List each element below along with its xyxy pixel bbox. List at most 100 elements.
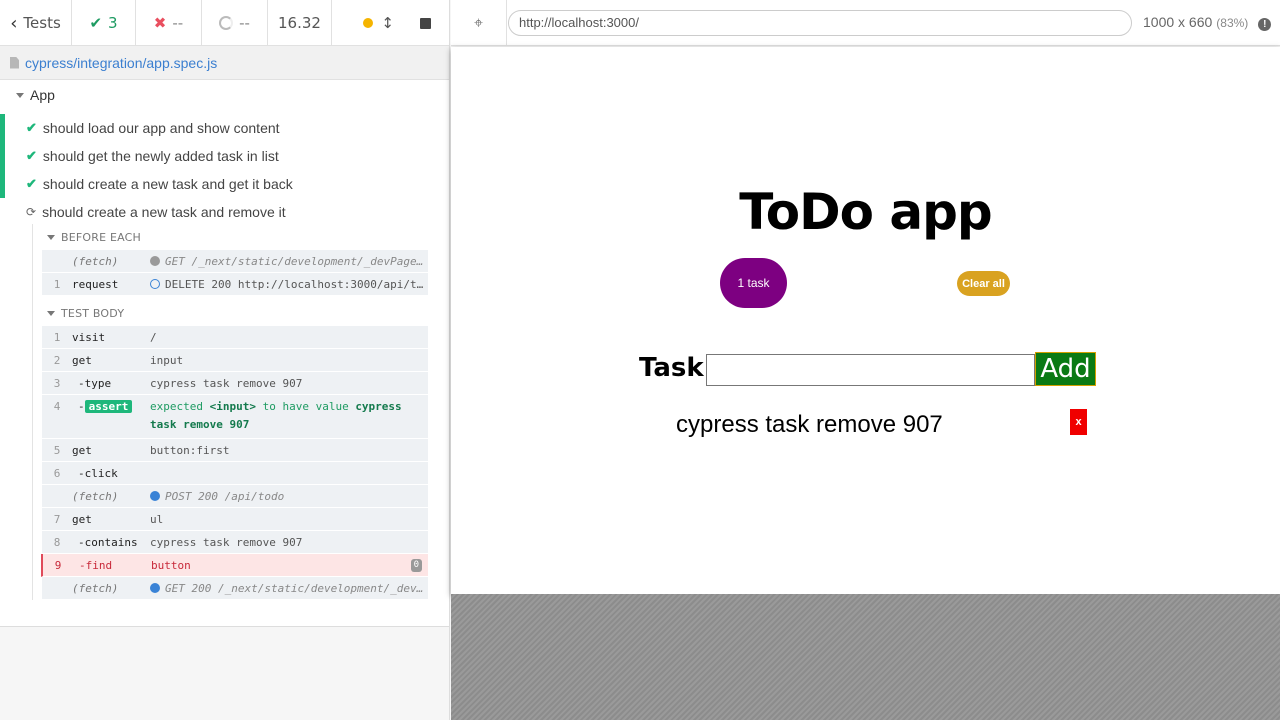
check-icon: ✔: [26, 148, 37, 163]
selector-playground-button[interactable]: ⌖: [451, 0, 507, 46]
pending-count: --: [202, 0, 268, 46]
command-row[interactable]: 7 get ul: [42, 508, 428, 531]
clear-all-button[interactable]: Clear all: [957, 271, 1010, 296]
crosshair-icon: ⌖: [473, 12, 483, 32]
url-bar: ⌖ http://localhost:3000/ 1000 x 660 (83%)…: [451, 0, 1280, 46]
command-message: cypress task remove 907: [150, 536, 303, 549]
command-number: 1: [53, 331, 61, 344]
command-log: BEFORE EACH (fetch) GET /_next/static/de…: [32, 224, 428, 600]
reporter-panel: ‹ Tests ✔ 3 ✖ -- -- 16.32 ↕ cypress/inte…: [0, 0, 450, 720]
stop-icon[interactable]: [420, 17, 431, 29]
task-count-button[interactable]: 1 task: [720, 258, 787, 308]
test-item[interactable]: ✔ should load our app and show content: [0, 114, 449, 142]
command-number: 8: [53, 536, 61, 549]
command-number: 7: [53, 513, 61, 526]
hook-before-each[interactable]: BEFORE EACH: [42, 224, 428, 250]
duration: 16.32: [268, 0, 332, 46]
fetch-done-icon: [150, 583, 160, 593]
todo-item-text: cypress task remove 907: [676, 411, 943, 438]
chevron-left-icon: ‹: [10, 12, 18, 34]
command-message: /: [150, 331, 157, 344]
app-title: ToDo app: [739, 183, 992, 241]
command-row[interactable]: 8 -contains cypress task remove 907: [42, 531, 428, 554]
command-name: (fetch): [72, 582, 119, 595]
test-title: should get the newly added task in list: [42, 148, 279, 164]
hook-title: BEFORE EACH: [61, 230, 142, 244]
viewport-background: [451, 594, 1280, 720]
command-message: expected <input> to have value cypress t…: [150, 400, 402, 431]
command-message: DELETE 200 http://localhost:3000/api/tod…: [150, 278, 428, 291]
remove-button[interactable]: x: [1070, 409, 1087, 435]
command-name: request: [72, 278, 119, 291]
command-message: button: [151, 559, 191, 572]
command-name: get: [72, 354, 92, 367]
auto-scroll-dot-icon[interactable]: [363, 18, 374, 28]
request-ring-icon: [150, 279, 160, 289]
command-name: get: [72, 444, 92, 457]
test-item[interactable]: ✔ should get the newly added task in lis…: [0, 142, 449, 170]
command-message: button:first: [150, 444, 230, 457]
passed-value: 3: [108, 14, 118, 32]
command-row[interactable]: (fetch) GET 200 /_next/static/developmen…: [42, 577, 428, 600]
command-name: -type: [78, 377, 112, 390]
task-input[interactable]: [706, 354, 1035, 386]
passed-count: ✔ 3: [72, 0, 136, 46]
test-title: should create a new task and get it back: [42, 176, 293, 192]
scroll-arrows-icon[interactable]: ↕: [381, 14, 394, 32]
command-row[interactable]: 5 get button:first: [42, 439, 428, 462]
command-message: cypress task remove 907: [150, 377, 303, 390]
command-row[interactable]: 2 get input: [42, 349, 428, 372]
command-name: - assert: [72, 400, 150, 413]
spec-file-link[interactable]: cypress/integration/app.spec.js: [25, 55, 217, 71]
app-preview: ⌖ http://localhost:3000/ 1000 x 660 (83%)…: [451, 0, 1280, 720]
test-title: should load our app and show content: [42, 120, 280, 136]
command-number: 3: [53, 377, 61, 390]
hook-test-body[interactable]: TEST BODY: [42, 300, 428, 326]
command-number: 6: [53, 467, 61, 480]
pending-value: --: [239, 14, 250, 32]
test-item-running[interactable]: ⟳ should create a new task and remove it: [0, 198, 449, 226]
command-row[interactable]: (fetch) POST 200 /api/todo: [42, 485, 428, 508]
cross-icon: ✖: [153, 14, 167, 32]
command-name: -find: [79, 559, 113, 572]
stats-bar: ‹ Tests ✔ 3 ✖ -- -- 16.32 ↕: [0, 0, 449, 46]
assert-badge: assert: [84, 400, 133, 413]
tests-back-button[interactable]: ‹ Tests: [0, 0, 72, 46]
command-row-failed[interactable]: 9 -find button 0: [41, 554, 428, 577]
command-row[interactable]: 1 visit /: [42, 326, 428, 349]
viewport-info: 1000 x 660 (83%)!: [1143, 14, 1272, 31]
refresh-icon: ⟳: [26, 205, 37, 219]
command-row[interactable]: 1 request DELETE 200 http://localhost:30…: [42, 273, 428, 296]
add-button[interactable]: Add: [1035, 352, 1096, 386]
command-row[interactable]: 6 -click: [42, 462, 428, 485]
command-message: ul: [150, 513, 164, 526]
duration-value: 16.32: [278, 14, 321, 32]
check-icon: ✔: [26, 120, 37, 135]
caret-down-icon: [47, 234, 55, 240]
command-number: 5: [53, 444, 61, 457]
command-name: visit: [72, 331, 106, 344]
command-message: GET 200 /_next/static/development/_devPa…: [150, 582, 428, 595]
command-number: 4: [53, 400, 61, 413]
test-item[interactable]: ✔ should create a new task and get it ba…: [0, 170, 449, 198]
command-row[interactable]: (fetch) GET /_next/static/development/_d…: [42, 250, 428, 273]
caret-down-icon: [16, 92, 24, 98]
command-message: input: [150, 354, 184, 367]
info-icon[interactable]: !: [1258, 18, 1272, 31]
test-title: should create a new task and remove it: [42, 204, 286, 220]
check-icon: ✔: [26, 176, 37, 191]
check-icon: ✔: [89, 14, 103, 32]
command-number: 1: [53, 278, 61, 291]
command-row-assert[interactable]: 4 - assert expected <input> to have value…: [42, 395, 428, 439]
fetch-pending-icon: [150, 256, 160, 266]
command-number: 2: [53, 354, 61, 367]
command-name: -contains: [78, 536, 138, 549]
tests-label: Tests: [23, 14, 61, 32]
app-iframe: ToDo app 1 task Clear all Task: Add cypr…: [451, 47, 1280, 594]
suite-title[interactable]: App: [0, 86, 449, 104]
viewport-size: 1000 x 660: [1143, 14, 1213, 30]
url-input[interactable]: http://localhost:3000/: [508, 9, 1132, 36]
command-message: GET /_next/static/development/_devPages/…: [150, 255, 428, 268]
command-row[interactable]: 3 -type cypress task remove 907: [42, 372, 428, 395]
failed-value: --: [172, 14, 184, 32]
